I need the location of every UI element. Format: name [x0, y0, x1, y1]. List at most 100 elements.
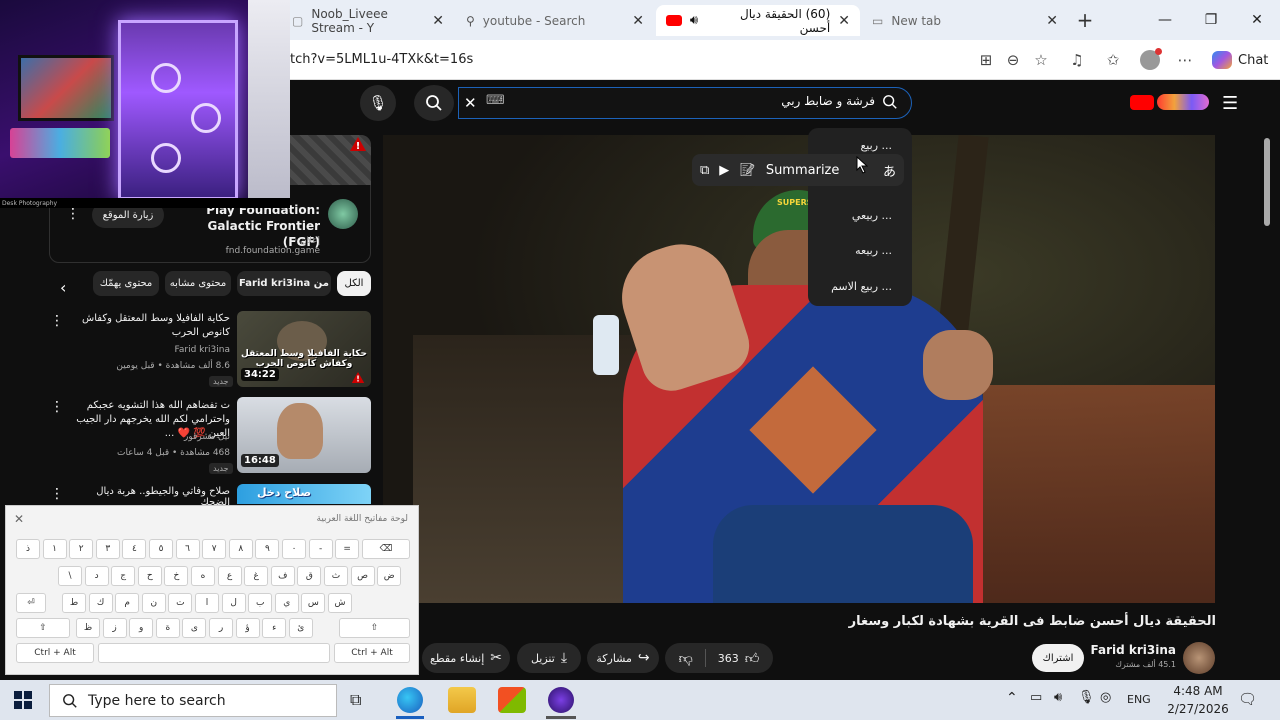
- keyboard-key[interactable]: ص: [350, 566, 375, 586]
- notifications-icon[interactable]: 🗨︎: [1238, 690, 1257, 708]
- shift-key[interactable]: ⇧: [16, 618, 70, 638]
- video-more-icon[interactable]: ⋮: [50, 399, 64, 415]
- copy-icon[interactable]: ⧉: [700, 163, 709, 178]
- keyboard-key[interactable]: ٦: [175, 539, 200, 559]
- chip-for-you[interactable]: محتوى يهمّك: [93, 271, 159, 296]
- chip-related[interactable]: محتوى مشابه: [165, 271, 231, 296]
- keyboard-key[interactable]: ٩: [255, 539, 280, 559]
- clip-button[interactable]: إنشاء مقطع ✂: [422, 643, 510, 673]
- keyboard-key[interactable]: ث: [324, 566, 348, 586]
- ctrl-alt-key[interactable]: Ctrl + Alt: [16, 643, 94, 663]
- chevron-left-icon[interactable]: ‹: [60, 278, 66, 297]
- keyboard-key[interactable]: ت: [168, 593, 193, 613]
- like-icon[interactable]: 👍︎: [745, 650, 760, 667]
- keyboard-key[interactable]: ى: [182, 618, 207, 638]
- close-tab-icon[interactable]: ✕: [838, 13, 850, 29]
- keyboard-key[interactable]: ئ: [288, 618, 313, 638]
- keyboard-key[interactable]: ٣: [95, 539, 120, 559]
- keyboard-key[interactable]: ذ: [16, 539, 40, 559]
- url-field[interactable]: tch?v=5LML1u-4TXk&t=16s: [290, 52, 473, 67]
- volume-icon[interactable]: 🔊︎: [1054, 690, 1062, 705]
- chip-all[interactable]: الكل: [337, 271, 371, 296]
- keyboard-key[interactable]: ل: [221, 593, 246, 613]
- new-tab-button[interactable]: +: [1073, 8, 1097, 32]
- suggestion-item[interactable]: ... ربيعي: [802, 209, 892, 222]
- edge-browser-icon[interactable]: [397, 687, 423, 713]
- share-button[interactable]: مشاركة ↪: [587, 643, 659, 673]
- youtube-logo-icon[interactable]: [1130, 95, 1154, 110]
- keyboard-key[interactable]: ٨: [228, 539, 253, 559]
- copilot-chat-button[interactable]: Chat: [1212, 50, 1268, 70]
- chevron-up-icon[interactable]: ⌃: [1006, 690, 1018, 706]
- file-explorer-icon[interactable]: [448, 687, 476, 713]
- video-title[interactable]: حكاية الفافيلا وسط المعتقل وكفاش كانوص ا…: [72, 312, 230, 340]
- keyboard-key[interactable]: ش: [328, 593, 352, 613]
- like-count[interactable]: 363: [718, 652, 739, 665]
- clear-search-icon[interactable]: ✕: [464, 94, 477, 112]
- search-button[interactable]: [414, 85, 454, 121]
- download-button[interactable]: تنزيل ⤓: [517, 643, 581, 673]
- keyboard-key[interactable]: م: [115, 593, 140, 613]
- video-player[interactable]: SUPERS: [383, 135, 1215, 603]
- keyboard-key[interactable]: غ: [244, 566, 269, 586]
- video-channel[interactable]: Farid kri3ina: [100, 345, 231, 355]
- keyboard-key[interactable]: خ: [164, 566, 189, 586]
- summarize-button[interactable]: Summarize: [766, 163, 840, 178]
- taskbar-search-box[interactable]: Type here to search: [49, 684, 337, 717]
- keyboard-key[interactable]: ك: [88, 593, 113, 613]
- close-keyboard-icon[interactable]: ✕: [14, 512, 24, 526]
- keyboard-key[interactable]: ٢: [69, 539, 94, 559]
- channel-name[interactable]: Farid kri3ina: [1080, 643, 1176, 657]
- read-aloud-icon[interactable]: ♫: [1067, 50, 1087, 70]
- keyboard-key[interactable]: ر: [209, 618, 233, 638]
- translate-icon[interactable]: あ: [883, 161, 896, 180]
- video-thumbnail[interactable]: 16:48: [237, 397, 371, 473]
- favorites-icon[interactable]: ✩: [1103, 50, 1123, 70]
- keyboard-key[interactable]: ح: [137, 566, 162, 586]
- video-more-icon[interactable]: ⋮: [50, 486, 64, 502]
- keyboard-key[interactable]: ١: [42, 539, 67, 559]
- minimize-button[interactable]: —: [1142, 8, 1188, 32]
- keyboard-key[interactable]: ٠: [282, 539, 306, 559]
- suggestion-item[interactable]: ... ربيع: [802, 139, 892, 152]
- clock-time[interactable]: 4:48 AM: [1160, 684, 1236, 698]
- keyboard-key[interactable]: -: [308, 539, 333, 559]
- summarize-icon[interactable]: 📝︎: [739, 163, 756, 178]
- enter-key-icon[interactable]: ⏎: [16, 593, 46, 613]
- tab-noob-stream[interactable]: ▢ Noob_Liveee Stream - Y ✕: [282, 5, 454, 36]
- keyboard-key[interactable]: ؤ: [235, 618, 260, 638]
- keyboard-key[interactable]: ٥: [149, 539, 173, 559]
- keyboard-key[interactable]: ض: [377, 566, 402, 586]
- microsoft-store-icon[interactable]: [498, 687, 526, 713]
- search-input[interactable]: فرشة و ضابط ربي: [600, 94, 875, 108]
- scrollbar-thumb[interactable]: [1264, 138, 1270, 226]
- backspace-key[interactable]: ⌫: [362, 539, 410, 559]
- keyboard-key[interactable]: ط: [62, 593, 86, 613]
- keyboard-key[interactable]: ب: [248, 593, 273, 613]
- keyboard-icon[interactable]: ⌨: [486, 93, 505, 108]
- app-available-icon[interactable]: ⊞: [976, 50, 996, 70]
- more-menu-icon[interactable]: ⋯: [1175, 50, 1195, 70]
- keyboard-key[interactable]: ق: [297, 566, 322, 586]
- keyboard-key[interactable]: ء: [262, 618, 287, 638]
- video-thumbnail[interactable]: حكاية الفافيلا وسط المعتقل وكفاش كانوص ا…: [237, 311, 371, 387]
- video-channel[interactable]: نيل مشرقور: [100, 432, 230, 442]
- chip-from-channel[interactable]: من Farid kri3ina: [237, 271, 331, 296]
- channel-avatar[interactable]: [1183, 642, 1215, 674]
- keyboard-key[interactable]: ٤: [122, 539, 147, 559]
- tab-youtube-search[interactable]: ⚲ youtube - Search ✕: [456, 5, 654, 36]
- keyboard-key[interactable]: ن: [141, 593, 166, 613]
- keyboard-key[interactable]: ه: [191, 566, 215, 586]
- favorite-star-icon[interactable]: ☆: [1031, 50, 1051, 70]
- language-indicator[interactable]: ENG: [1127, 693, 1151, 706]
- restore-button[interactable]: ❐: [1188, 8, 1234, 32]
- location-icon[interactable]: ◎: [1100, 690, 1111, 705]
- zoom-icon[interactable]: ⊖: [1003, 50, 1023, 70]
- space-key[interactable]: [98, 643, 330, 663]
- task-view-icon[interactable]: ⧉: [350, 690, 361, 710]
- tab-current-video[interactable]: 🔊︎ (60) الحقيقة ديال أحسن ✕: [656, 5, 860, 36]
- keyboard-key[interactable]: ع: [217, 566, 242, 586]
- close-window-button[interactable]: ✕: [1234, 8, 1280, 32]
- voice-search-icon[interactable]: 🎙︎: [360, 85, 396, 121]
- keyboard-key[interactable]: ز: [102, 618, 127, 638]
